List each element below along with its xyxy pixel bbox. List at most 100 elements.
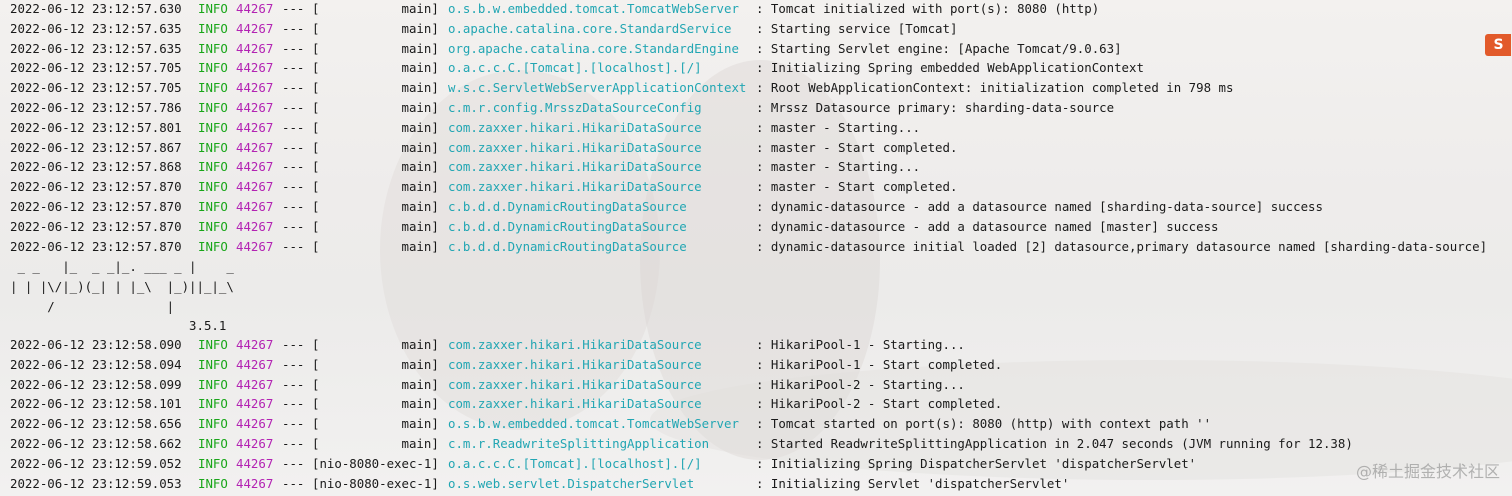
log-level: INFO [198,80,228,96]
log-timestamp: 2022-06-12 23:12:57.868 [10,159,182,175]
log-pid: 44267 [236,80,274,96]
log-message: : Initializing Servlet 'dispatcherServle… [756,475,1070,491]
mybatis-plus-banner-line2: | | |\/|_)(_| | |_\ |_)||_|_\ [10,278,234,294]
log-thread: [nio-8080-exec-1] [312,475,439,491]
log-separator: --- [282,40,305,56]
log-thread: [ main] [312,337,439,352]
log-pid: 44267 [236,119,274,135]
log-level: INFO [198,475,228,491]
log-thread: [ main] [312,218,439,234]
log-level: INFO [198,159,228,175]
log-level: INFO [198,100,228,115]
log-logger: com.zaxxer.hikari.HikariDataSource [448,179,702,195]
log-level: INFO [198,20,228,36]
log-message: : Tomcat started on port(s): 8080 (http)… [756,416,1212,432]
log-message: : HikariPool-1 - Start completed. [756,356,1003,372]
log-pid: 44267 [236,396,274,412]
log-message: : HikariPool-2 - Start completed. [756,396,1003,412]
log-level: INFO [198,199,228,214]
log-thread: [ main] [312,376,439,392]
log-separator: --- [282,436,305,451]
log-pid: 44267 [236,60,274,76]
log-thread: [ main] [312,356,439,372]
log-level: INFO [198,356,228,372]
log-message: : master - Start completed. [756,139,958,155]
log-timestamp: 2022-06-12 23:12:59.052 [10,455,182,471]
log-logger: c.b.d.d.DynamicRoutingDataSource [448,199,687,214]
log-logger: c.m.r.ReadwriteSplittingApplication [448,436,710,451]
log-level: INFO [198,396,228,412]
log-pid: 44267 [236,179,274,195]
log-timestamp: 2022-06-12 23:12:58.094 [10,356,182,372]
log-logger: c.b.d.d.DynamicRoutingDataSource [448,218,687,234]
log-timestamp: 2022-06-12 23:12:58.090 [10,337,182,352]
log-pid: 44267 [236,100,274,115]
log-timestamp: 2022-06-12 23:12:58.101 [10,396,182,412]
log-separator: --- [282,100,305,115]
log-logger: com.zaxxer.hikari.HikariDataSource [448,396,702,412]
mybatis-plus-banner-line3: / | [10,298,175,314]
log-separator: --- [282,80,305,96]
mybatis-plus-banner-line1: _ _ |_ _ _|_. ___ _ | _ [10,259,234,274]
log-message: : Initializing Spring embedded WebApplic… [756,60,1144,76]
log-message: : Starting service [Tomcat] [756,20,958,36]
log-level: INFO [198,436,228,451]
log-timestamp: 2022-06-12 23:12:57.630 [10,1,182,16]
log-timestamp: 2022-06-12 23:12:58.662 [10,436,182,451]
log-separator: --- [282,416,305,432]
log-logger: o.apache.catalina.core.StandardService [448,20,732,36]
log-timestamp: 2022-06-12 23:12:57.786 [10,100,182,115]
log-level: INFO [198,40,228,56]
log-timestamp: 2022-06-12 23:12:58.099 [10,376,182,392]
log-message: : master - Starting... [756,159,921,175]
log-message: : master - Start completed. [756,179,958,195]
log-timestamp: 2022-06-12 23:12:57.870 [10,199,182,214]
log-separator: --- [282,376,305,392]
log-level: INFO [198,60,228,76]
log-thread: [ main] [312,40,439,56]
log-separator: --- [282,396,305,412]
log-timestamp: 2022-06-12 23:12:57.635 [10,20,182,36]
log-pid: 44267 [236,20,274,36]
sogou-ime-icon[interactable]: S [1485,34,1511,56]
log-thread: [nio-8080-exec-1] [312,455,439,471]
log-pid: 44267 [236,337,274,352]
log-message: : master - Starting... [756,119,921,135]
log-separator: --- [282,1,305,16]
log-logger: org.apache.catalina.core.StandardEngine [448,40,739,56]
log-pid: 44267 [236,356,274,372]
log-message: : HikariPool-1 - Starting... [756,337,965,352]
log-thread: [ main] [312,119,439,135]
log-pid: 44267 [236,159,274,175]
log-thread: [ main] [312,20,439,36]
log-message: : Mrssz Datasource primary: sharding-dat… [756,100,1115,115]
log-timestamp: 2022-06-12 23:12:57.870 [10,238,182,254]
log-logger: w.s.c.ServletWebServerApplicationContext [448,80,747,96]
log-thread: [ main] [312,238,439,254]
log-thread: [ main] [312,416,439,432]
console-output: 2022-06-12 23:12:57.630 INFO 44267 --- [ mai… [0,0,1512,496]
log-level: INFO [198,238,228,254]
log-message: : Root WebApplicationContext: initializa… [756,80,1234,96]
log-level: INFO [198,337,228,352]
log-level: INFO [198,119,228,135]
log-thread: [ main] [312,139,439,155]
log-level: INFO [198,376,228,392]
log-timestamp: 2022-06-12 23:12:57.801 [10,119,182,135]
log-separator: --- [282,218,305,234]
log-separator: --- [282,337,305,352]
log-logger: o.s.b.w.embedded.tomcat.TomcatWebServer [448,416,739,432]
log-timestamp: 2022-06-12 23:12:59.053 [10,475,182,491]
log-message: : dynamic-datasource initial loaded [2] … [756,238,1488,254]
log-timestamp: 2022-06-12 23:12:57.867 [10,139,182,155]
log-thread: [ main] [312,179,439,195]
log-pid: 44267 [236,139,274,155]
log-separator: --- [282,139,305,155]
log-level: INFO [198,139,228,155]
log-thread: [ main] [312,80,439,96]
watermark: @稀土掘金技术社区 [1355,462,1500,481]
log-message: : Initializing Spring DispatcherServlet … [756,455,1197,471]
log-separator: --- [282,238,305,254]
log-timestamp: 2022-06-12 23:12:57.705 [10,60,182,76]
log-separator: --- [282,455,305,471]
